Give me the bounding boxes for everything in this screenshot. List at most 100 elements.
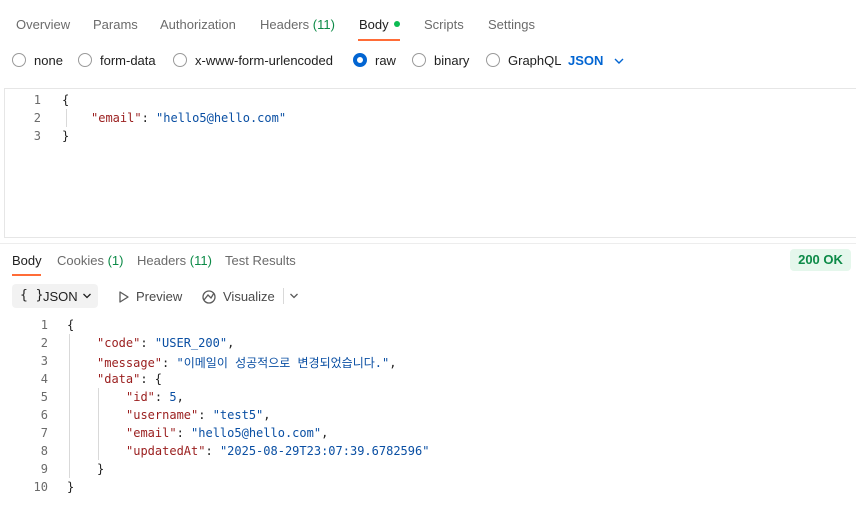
status-badge[interactable]: 200 OK — [790, 249, 851, 271]
radio-form-data[interactable] — [78, 53, 92, 67]
response-tab-cookies[interactable]: Cookies (1) — [57, 253, 123, 268]
code-line: "data": { — [97, 372, 163, 386]
json-string: "hello5@hello.com" — [191, 426, 322, 440]
indent-guide — [66, 109, 67, 127]
line-number: 4 — [40, 372, 48, 386]
modified-dot-icon — [393, 21, 400, 27]
json-string: "USER_200" — [154, 336, 228, 350]
response-tab-headers[interactable]: Headers (11) — [137, 253, 212, 268]
radio-form-data-label[interactable]: form-data — [100, 53, 156, 68]
indent-guide — [98, 388, 99, 460]
code-line: { — [62, 93, 69, 111]
line-number: 1 — [40, 318, 48, 332]
active-tab-indicator — [358, 39, 400, 41]
line-number: 6 — [40, 408, 48, 422]
line-number: 2 — [40, 336, 48, 350]
json-key: "id" — [126, 390, 155, 404]
code-line: "email": "hello5@hello.com", — [126, 426, 329, 440]
json-key: "data" — [97, 372, 141, 386]
json-string: "test5" — [212, 408, 264, 422]
pane-divider[interactable] — [0, 243, 856, 244]
toolbar-divider — [283, 288, 284, 304]
json-key: "email" — [126, 426, 177, 440]
response-tab-test-results[interactable]: Test Results — [225, 253, 296, 268]
tab-authorization[interactable]: Authorization — [160, 17, 236, 32]
request-body-editor[interactable]: 1 2 3 { "email": "hello5@hello.com" } — [4, 88, 856, 238]
line-number: 7 — [40, 426, 48, 440]
response-tab-cookies-label: Cookies — [57, 253, 104, 268]
tab-body-label: Body — [359, 17, 389, 32]
tab-headers-label: Headers — [260, 17, 310, 32]
chevron-down-icon — [83, 293, 91, 299]
code-line: } — [62, 129, 69, 147]
chevron-down-icon[interactable] — [613, 55, 625, 67]
json-key: "message" — [97, 356, 163, 370]
json-key: "username" — [126, 408, 199, 422]
body-type-selector: none form-data x-www-form-urlencoded raw… — [0, 46, 856, 76]
json-string: "hello5@hello.com" — [156, 111, 287, 125]
response-format-select[interactable]: { } JSON — [12, 284, 98, 308]
language-select[interactable]: JSON — [568, 53, 603, 68]
response-tab-headers-count: (11) — [189, 253, 212, 268]
tab-headers[interactable]: Headers (11) — [260, 17, 335, 32]
response-body-viewer[interactable]: 1 2 3 4 5 6 7 8 9 10 { "code": "USER_200… — [0, 315, 856, 510]
line-number: 10 — [33, 480, 48, 494]
indent-guide — [69, 334, 70, 478]
radio-urlencoded-label[interactable]: x-www-form-urlencoded — [195, 53, 333, 68]
visualize-button[interactable]: Visualize — [223, 289, 275, 304]
radio-raw[interactable] — [353, 53, 367, 67]
radio-none[interactable] — [12, 53, 26, 67]
line-number: 3 — [33, 129, 41, 143]
line-number: 8 — [40, 444, 48, 458]
json-brace: { — [62, 93, 70, 107]
format-label: JSON — [43, 289, 78, 304]
code-line: "message": "이메일이 성공적으로 변경되었습니다.", — [97, 356, 397, 370]
code-line: "email": "hello5@hello.com" — [91, 111, 287, 125]
json-key: "code" — [97, 336, 141, 350]
chevron-down-icon[interactable] — [289, 291, 299, 301]
visualize-icon — [202, 290, 216, 304]
code-line: "username": "test5", — [126, 408, 271, 422]
tab-overview[interactable]: Overview — [16, 17, 70, 32]
radio-urlencoded[interactable] — [173, 53, 187, 67]
play-icon — [119, 291, 129, 303]
json-key: "email" — [91, 111, 142, 125]
code-line: "id": 5, — [126, 390, 184, 404]
tab-body[interactable]: Body — [359, 17, 400, 32]
active-response-tab-indicator — [12, 274, 41, 276]
line-number: 2 — [33, 111, 41, 125]
tab-scripts[interactable]: Scripts — [424, 17, 464, 32]
code-line: "updatedAt": "2025-08-29T23:07:39.678259… — [126, 444, 430, 458]
tab-headers-count: (11) — [312, 17, 335, 32]
json-brace: } — [62, 129, 70, 143]
tab-settings[interactable]: Settings — [488, 17, 535, 32]
code-line: "code": "USER_200", — [97, 336, 235, 350]
json-key: "updatedAt" — [126, 444, 206, 458]
json-string: "이메일이 성공적으로 변경되었습니다." — [176, 356, 390, 370]
radio-binary[interactable] — [412, 53, 426, 67]
code-line: { — [67, 318, 74, 336]
radio-graphql-label[interactable]: GraphQL — [508, 53, 561, 68]
request-tabs: Overview Params Authorization Headers (1… — [0, 0, 856, 42]
json-brace: } — [67, 480, 75, 494]
json-brace: { — [67, 318, 75, 332]
radio-graphql[interactable] — [486, 53, 500, 67]
radio-none-label[interactable]: none — [34, 53, 63, 68]
line-number: 5 — [40, 390, 48, 404]
line-number: 1 — [33, 93, 41, 107]
response-tab-cookies-count: (1) — [107, 253, 124, 268]
response-tab-headers-label: Headers — [137, 253, 187, 268]
json-string: "2025-08-29T23:07:39.6782596" — [219, 444, 430, 458]
line-number: 9 — [40, 462, 48, 476]
code-line: } — [67, 480, 74, 498]
json-brace: } — [97, 462, 105, 476]
response-tab-body[interactable]: Body — [12, 253, 42, 268]
radio-binary-label[interactable]: binary — [434, 53, 469, 68]
radio-raw-label[interactable]: raw — [375, 53, 396, 68]
tab-params[interactable]: Params — [93, 17, 138, 32]
code-line: } — [97, 462, 104, 480]
braces-icon: { } — [20, 288, 44, 303]
json-number: 5 — [169, 390, 177, 404]
line-number: 3 — [40, 354, 48, 368]
preview-button[interactable]: Preview — [136, 289, 182, 304]
